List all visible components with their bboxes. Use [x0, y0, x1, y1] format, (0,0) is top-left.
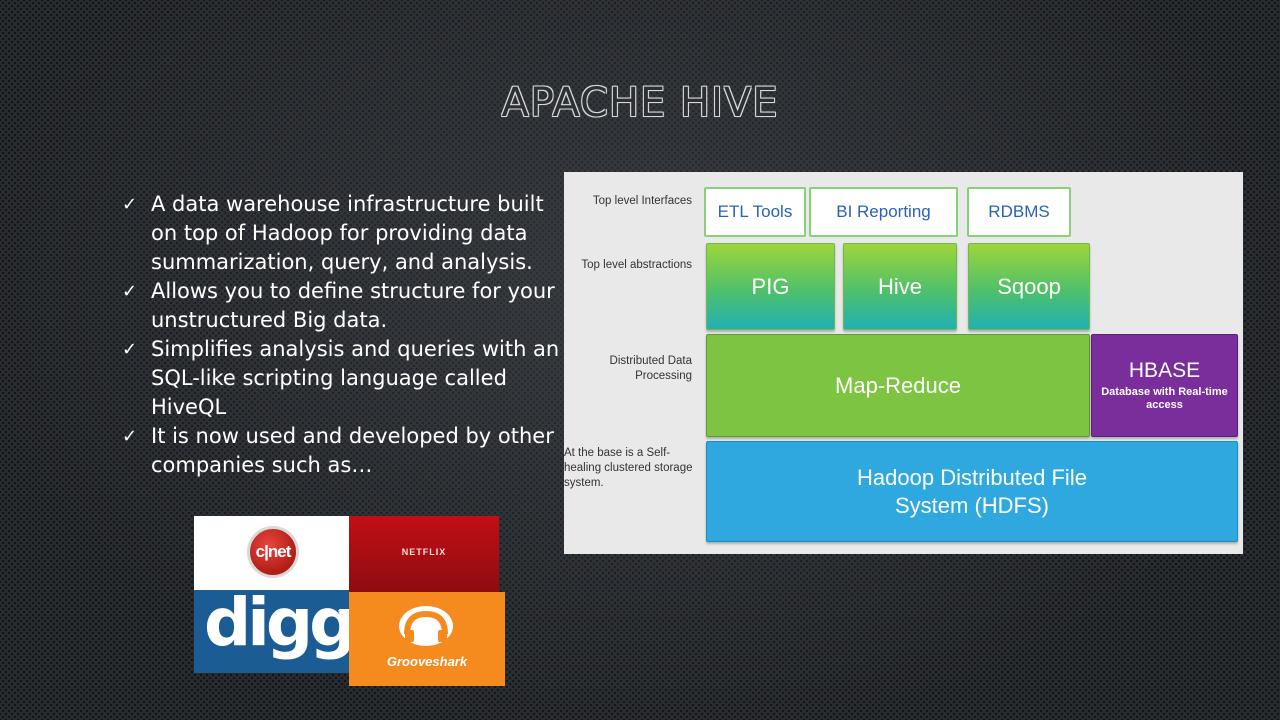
etl-tools-box: ETL Tools — [704, 187, 806, 237]
bullet-text: A data warehouse infrastructure built on… — [151, 192, 544, 274]
digg-logo: digg ™ — [194, 590, 349, 673]
rdbms-box: RDBMS — [967, 187, 1071, 237]
grooveshark-logo-text: Grooveshark — [386, 654, 468, 669]
bullet-item: ✓ It is now used and developed by other … — [122, 422, 562, 480]
hadoop-stack-diagram: Top level Interfaces Top level abstracti… — [564, 172, 1243, 554]
label-top-level-interfaces: Top level Interfaces — [592, 195, 692, 207]
bullet-text: Simplifies analysis and queries with an … — [151, 337, 560, 419]
cnet-logo: c|net — [194, 516, 349, 590]
bullet-text: It is now used and developed by other co… — [151, 424, 554, 477]
label-top-level-abstractions: Top level abstractions — [581, 259, 692, 271]
bullet-item: ✓ Allows you to define structure for you… — [122, 277, 562, 335]
digg-trademark: ™ — [337, 610, 344, 617]
bullet-list: ✓ A data warehouse infrastructure built … — [122, 190, 562, 480]
grooveshark-logo: Grooveshark — [349, 592, 505, 686]
digg-logo-text: digg — [204, 590, 349, 661]
hbase-subtitle: Database with Real-time access — [1101, 386, 1228, 411]
netflix-logo-text: NETFLIX — [401, 547, 447, 557]
checkmark-icon: ✓ — [122, 339, 138, 360]
hive-box: Hive — [843, 243, 957, 330]
pig-box: PIG — [706, 243, 835, 330]
hbase-title: HBASE — [1128, 359, 1201, 382]
bi-reporting-box: BI Reporting — [809, 187, 958, 237]
grooveshark-headphones-icon — [399, 606, 453, 646]
netflix-logo: NETFLIX — [349, 516, 499, 592]
sqoop-box: Sqoop — [968, 243, 1090, 330]
label-storage-base: At the base is a Self-healing clustered … — [564, 447, 693, 489]
bullet-item: ✓ A data warehouse infrastructure built … — [122, 190, 562, 277]
checkmark-icon: ✓ — [122, 281, 138, 302]
label-distributed-processing: Distributed Data Processing — [609, 355, 692, 382]
hbase-box: HBASE Database with Real-time access — [1091, 334, 1238, 437]
bullet-text: Allows you to define structure for your … — [151, 279, 555, 332]
checkmark-icon: ✓ — [122, 194, 138, 215]
company-logos: c|net NETFLIX digg ™ Grooveshark — [194, 516, 506, 688]
slide-title: Apache Hive — [501, 80, 779, 126]
map-reduce-box: Map-Reduce — [706, 334, 1090, 437]
cnet-logo-text: c|net — [247, 526, 299, 578]
hdfs-box: Hadoop Distributed File System (HDFS) — [706, 441, 1238, 542]
bullet-item: ✓ Simplifies analysis and queries with a… — [122, 335, 562, 422]
checkmark-icon: ✓ — [122, 426, 138, 447]
